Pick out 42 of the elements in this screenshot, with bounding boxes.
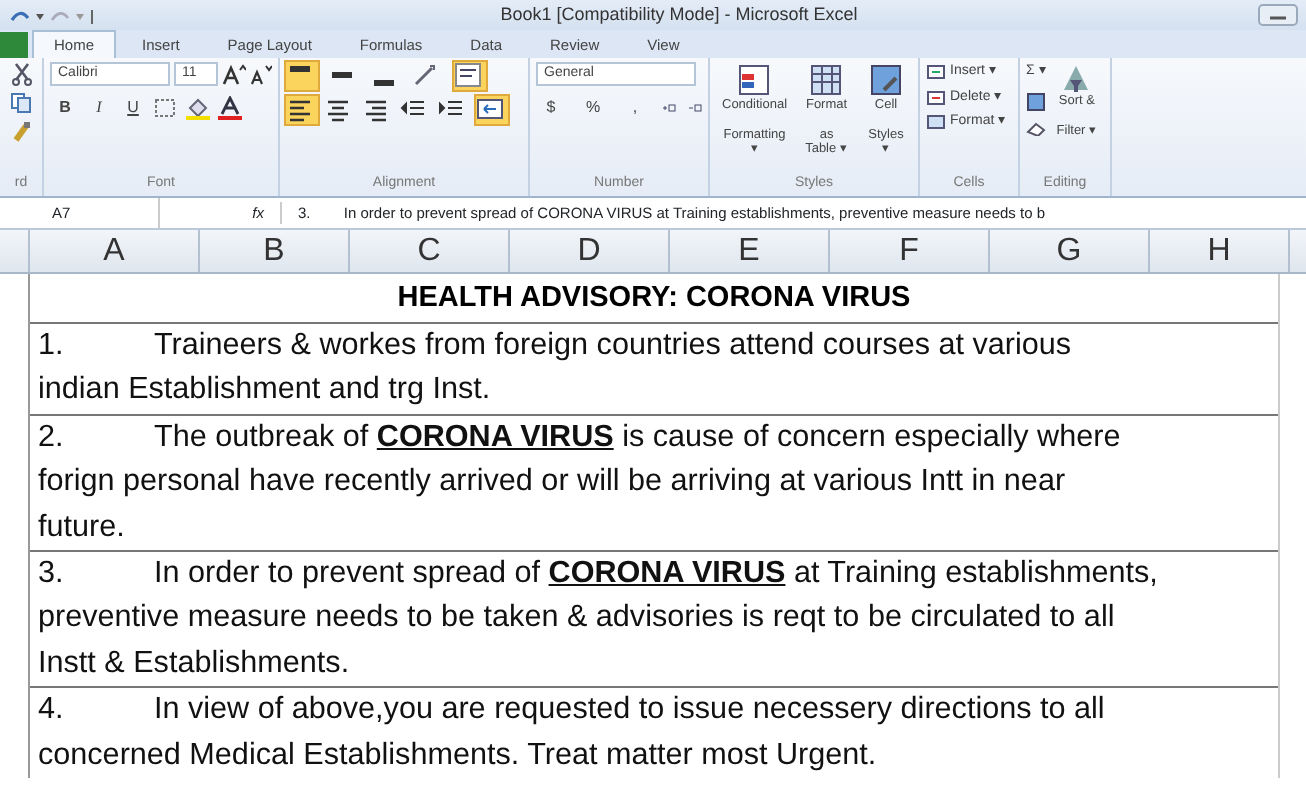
cells-icon [926, 112, 946, 133]
window-title: Book1 [Compatibility Mode] - Microsoft Excel [498, 1, 860, 28]
advisory-paragraph: 3. In order to prevent spread of CORONA VIRUS at Training establishments, preventive measure needs to be taken & advisories is reqt to be circulated to all Instt & Establishments. [36, 554, 1160, 684]
fill-color-icon[interactable] [184, 95, 212, 119]
table-icon [734, 62, 775, 98]
number-format-button[interactable]: $ [536, 92, 566, 122]
underline-button[interactable]: U [118, 92, 148, 122]
column-header[interactable]: F [830, 230, 990, 272]
minimize-icon[interactable] [1258, 4, 1298, 26]
border-icon[interactable] [152, 95, 180, 119]
column-header[interactable]: D [510, 230, 670, 272]
cells-icon [926, 87, 946, 108]
brush-icon[interactable] [11, 120, 31, 144]
align-top-icon[interactable] [286, 62, 318, 90]
column-header[interactable]: C [350, 230, 510, 272]
grid-icon [806, 62, 847, 98]
sort-filter-icon [1060, 62, 1093, 94]
grow-font-icon[interactable] [222, 63, 246, 85]
column-header[interactable]: B [200, 230, 350, 272]
eraser-icon[interactable] [1026, 119, 1046, 135]
column-header[interactable]: G [990, 230, 1150, 272]
cells-icon [926, 62, 946, 83]
italic-button[interactable]: I [84, 92, 114, 122]
copy-icon[interactable] [9, 92, 33, 114]
shrink-font-icon[interactable] [250, 63, 272, 85]
cell-icon [866, 62, 906, 98]
advisory-paragraph: 4. In view of above,you are requested to issue necessery directions to all concerned Medical Establishments. Treat matter most Urgent. [36, 690, 1107, 776]
number-format-button[interactable]: % [578, 92, 608, 122]
scissors-icon[interactable] [11, 62, 31, 86]
column-header[interactable]: H [1150, 230, 1290, 272]
advisory-paragraph: 1. Traineers & workes from foreign countries attend courses at various indian Establishment and trg Inst. [36, 326, 1074, 411]
sheet-heading: HEALTH ADVISORY: CORONA VIRUS [395, 280, 913, 318]
bold-button[interactable]: B [50, 92, 80, 122]
column-header[interactable]: A [28, 230, 200, 272]
font-color-icon[interactable] [216, 95, 244, 119]
advisory-paragraph: 2. The outbreak of CORONA VIRUS is cause of concern especially where forign personal have recently arrived or will be arriving at various Intt in near future. [36, 417, 1123, 548]
number-format-button[interactable]: , [620, 92, 650, 122]
wrap-text-icon[interactable] [454, 62, 486, 90]
fill-icon[interactable] [1026, 91, 1046, 111]
merge-center-icon[interactable] [476, 96, 508, 124]
align-left-icon[interactable] [286, 96, 318, 124]
column-header[interactable]: E [670, 230, 830, 272]
